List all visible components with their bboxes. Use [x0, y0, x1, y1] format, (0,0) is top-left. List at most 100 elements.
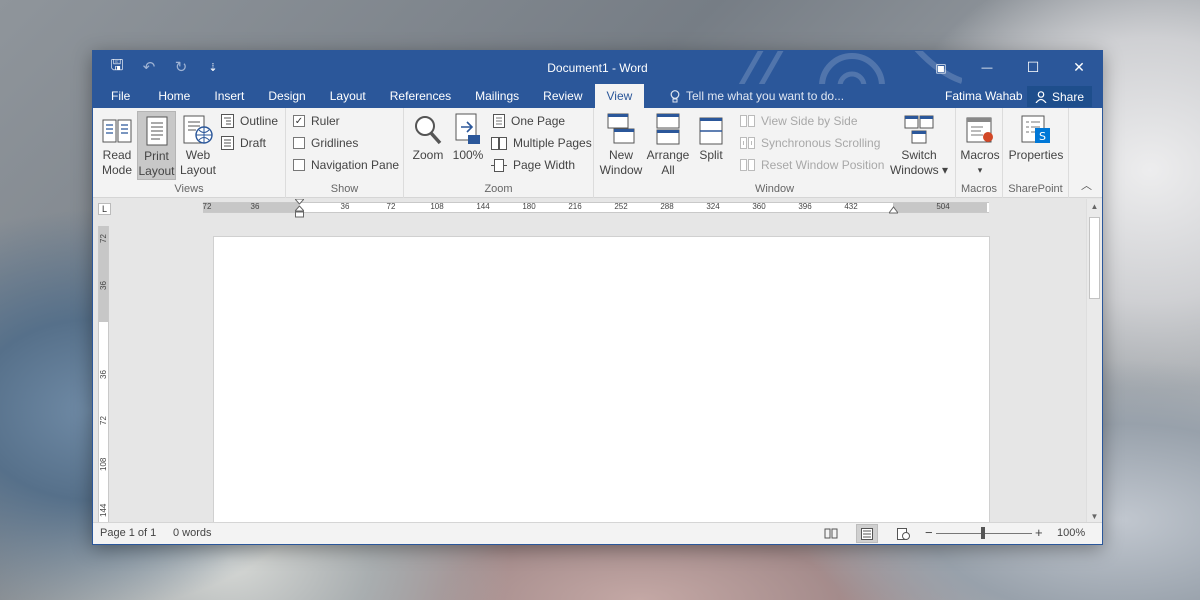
- zoom-100-button[interactable]: 100%: [451, 111, 485, 163]
- new-window-button[interactable]: New Window: [597, 111, 645, 178]
- tab-selector[interactable]: L: [98, 203, 111, 215]
- tab-home[interactable]: Home: [146, 84, 202, 108]
- ruler-label: 36: [99, 370, 108, 379]
- web-layout-view-icon[interactable]: [892, 524, 914, 543]
- document-page[interactable]: [213, 236, 990, 526]
- draft-icon: [221, 136, 234, 150]
- user-name[interactable]: Fatima Wahab: [945, 89, 1023, 103]
- gridlines-checkbox[interactable]: Gridlines: [293, 136, 358, 150]
- view-side-by-side-button[interactable]: View Side by Side: [740, 114, 858, 128]
- sharepoint-group: S Properties SharePoint: [1003, 108, 1069, 198]
- multiple-pages-button[interactable]: Multiple Pages: [491, 136, 592, 150]
- zoom-out-icon[interactable]: −: [925, 525, 933, 540]
- close-icon[interactable]: ✕: [1056, 51, 1102, 84]
- ruler-label: 288: [660, 202, 674, 211]
- scroll-thumb[interactable]: [1089, 217, 1100, 299]
- page-width-button[interactable]: Page Width: [491, 158, 575, 172]
- ruler-checkbox[interactable]: ✓ Ruler: [293, 114, 340, 128]
- ruler-label: 72: [99, 234, 108, 243]
- title-bar: 🖫 ↶ ↻ ⇣ Document1 - Word ▣ — ☐ ✕: [93, 51, 1102, 84]
- reset-window-position-button[interactable]: Reset Window Position: [740, 158, 884, 172]
- maximize-icon[interactable]: ☐: [1010, 51, 1056, 84]
- outline-icon: [221, 114, 234, 128]
- scroll-up-icon[interactable]: ▲: [1087, 200, 1102, 213]
- ruler-label: 504: [936, 202, 950, 211]
- zoom-level[interactable]: 100%: [1057, 527, 1085, 539]
- collapse-ribbon-icon[interactable]: ︿: [1081, 177, 1092, 193]
- web-layout-button[interactable]: Web Layout: [179, 111, 217, 178]
- ruler-label: 72: [202, 202, 212, 211]
- properties-button[interactable]: S Properties: [1005, 111, 1067, 163]
- macros-button[interactable]: Macros ▾: [958, 111, 1002, 178]
- one-page-label: One Page: [511, 114, 566, 128]
- reset-position-icon: [740, 159, 755, 171]
- tab-design[interactable]: Design: [256, 84, 317, 108]
- gridlines-label: Gridlines: [311, 136, 359, 150]
- tab-insert[interactable]: Insert: [202, 84, 256, 108]
- one-page-button[interactable]: One Page: [493, 114, 565, 128]
- ruler-label: 432: [844, 202, 858, 211]
- right-indent-marker-icon[interactable]: [889, 205, 898, 214]
- ruler-label: 36: [340, 202, 350, 211]
- reset-window-position-label: Reset Window Position: [761, 158, 885, 172]
- tab-mailings[interactable]: Mailings: [463, 84, 531, 108]
- navigation-pane-label: Navigation Pane: [311, 158, 400, 172]
- draft-button[interactable]: Draft: [221, 136, 266, 150]
- ruler-label: 108: [430, 202, 444, 211]
- view-side-by-side-label: View Side by Side: [761, 114, 858, 128]
- print-layout-view-icon[interactable]: [856, 524, 878, 543]
- read-mode-button[interactable]: Read Mode: [98, 111, 136, 178]
- word-count[interactable]: 0 words: [173, 527, 212, 539]
- zoom-group: Zoom 100% One Page Multiple Pages Page W…: [404, 108, 594, 198]
- ruler-check-icon: ✓: [293, 115, 305, 127]
- page-width-label: Page Width: [513, 158, 576, 172]
- arrange-all-button[interactable]: Arrange All: [644, 111, 692, 178]
- ruler-label: 72: [99, 416, 108, 425]
- sync-scroll-icon: [740, 137, 755, 149]
- new-window-icon: [607, 113, 635, 144]
- sync-scrolling-label: Synchronous Scrolling: [761, 136, 881, 150]
- minimize-icon[interactable]: —: [964, 51, 1010, 84]
- ruler-label: 72: [386, 202, 396, 211]
- macros-icon: [966, 117, 993, 143]
- tab-file[interactable]: File: [93, 84, 146, 108]
- tell-me-search[interactable]: Tell me what you want to do...: [670, 89, 844, 103]
- ribbon-display-options-icon[interactable]: ▣: [918, 51, 964, 84]
- switch-windows-icon: [904, 115, 934, 144]
- zoom-in-icon[interactable]: +: [1035, 525, 1043, 540]
- page-count[interactable]: Page 1 of 1: [100, 527, 156, 539]
- outline-button[interactable]: Outline: [221, 114, 278, 128]
- status-bar: Page 1 of 1 0 words − + 100%: [93, 522, 1102, 544]
- tab-references[interactable]: References: [378, 84, 463, 108]
- page-width-icon: [491, 158, 507, 172]
- zoom-group-label: Zoom: [484, 183, 513, 195]
- window-group-label: Window: [754, 183, 795, 195]
- ruler-row: L 72 36 36 72 108 144 180 216 252 288 32…: [93, 199, 1086, 218]
- print-layout-button[interactable]: Print Layout: [137, 111, 176, 180]
- switch-windows-button[interactable]: Switch Windows ▾: [889, 111, 949, 178]
- arrange-all-icon: [656, 113, 680, 145]
- share-button[interactable]: Share: [1027, 86, 1093, 107]
- ruler-label: 180: [522, 202, 536, 211]
- vertical-ruler[interactable]: 72 36 36 72 108 144: [98, 226, 109, 522]
- vertical-scrollbar[interactable]: ▲ ▼: [1086, 199, 1102, 524]
- tell-me-text: Tell me what you want to do...: [686, 89, 845, 103]
- ruler-label: 252: [614, 202, 628, 211]
- tab-view[interactable]: View: [594, 84, 645, 108]
- tab-review[interactable]: Review: [531, 84, 594, 108]
- horizontal-ruler[interactable]: 72 36 36 72 108 144 180 216 252 288 324 …: [202, 199, 989, 218]
- navigation-pane-checkbox[interactable]: Navigation Pane: [293, 158, 399, 172]
- read-mode-icon: [102, 119, 132, 143]
- zoom-slider-thumb[interactable]: [981, 527, 985, 539]
- tab-layout[interactable]: Layout: [318, 84, 378, 108]
- person-icon: [1035, 90, 1047, 103]
- ruler-label: 36: [250, 202, 260, 211]
- read-mode-view-icon[interactable]: [820, 524, 842, 543]
- indent-marker-icon[interactable]: [295, 199, 304, 218]
- split-button[interactable]: Split: [693, 111, 729, 163]
- macros-group-label: Macros: [960, 183, 998, 195]
- ruler-label: 108: [99, 457, 108, 471]
- views-group: Read Mode Print Layout Web Layout Outline D…: [93, 108, 286, 198]
- zoom-button[interactable]: Zoom: [409, 111, 447, 163]
- synchronous-scrolling-button[interactable]: Synchronous Scrolling: [740, 136, 880, 150]
